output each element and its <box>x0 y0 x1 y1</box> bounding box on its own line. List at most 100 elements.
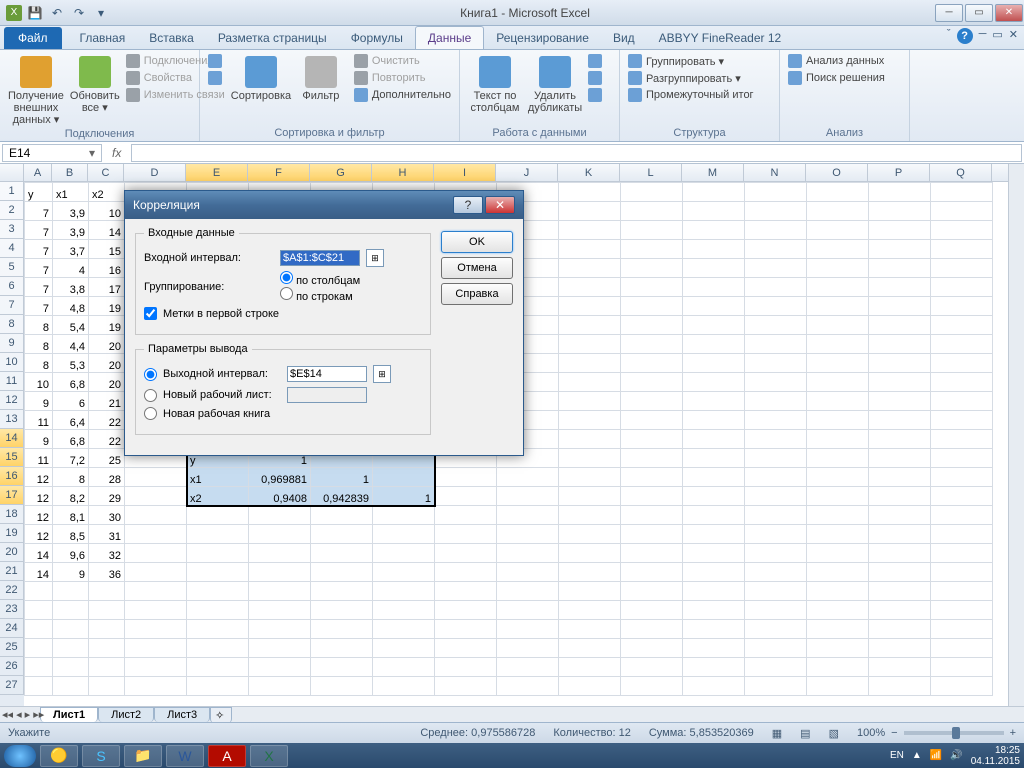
refresh-all-button[interactable]: Обновить все ▾ <box>70 52 120 126</box>
filter-button[interactable]: Фильтр <box>294 52 348 125</box>
col-header-C[interactable]: C <box>88 164 124 181</box>
tray-volume-icon[interactable]: 🔊 <box>950 750 962 761</box>
qat-save[interactable]: 💾 <box>26 6 44 20</box>
row-header-26[interactable]: 26 <box>0 657 24 676</box>
row-header-11[interactable]: 11 <box>0 372 24 391</box>
namebox-dropdown-icon[interactable]: ▾ <box>89 146 95 160</box>
row-header-7[interactable]: 7 <box>0 296 24 315</box>
row-header-6[interactable]: 6 <box>0 277 24 296</box>
row-header-21[interactable]: 21 <box>0 562 24 581</box>
zoom-slider[interactable] <box>904 731 1004 735</box>
tab-abbyy[interactable]: ABBYY FineReader 12 <box>647 27 794 49</box>
col-header-K[interactable]: K <box>558 164 620 181</box>
col-header-H[interactable]: H <box>372 164 434 181</box>
row-header-17[interactable]: 17 <box>0 486 24 505</box>
tray-network-icon[interactable]: 📶 <box>930 750 942 761</box>
dialog-close-button[interactable]: ✕ <box>485 196 515 214</box>
tab-file[interactable]: Файл <box>4 27 62 49</box>
output-range-ref-button[interactable]: ⊞ <box>373 365 391 383</box>
input-range-field[interactable] <box>280 250 360 266</box>
row-headers[interactable]: 1234567891011121314151617181920212223242… <box>0 182 24 706</box>
system-tray[interactable]: EN ▲ 📶 🔊 18:25 04.11.2015 <box>890 745 1020 767</box>
get-external-data-button[interactable]: Получение внешних данных ▾ <box>8 52 64 126</box>
col-header-N[interactable]: N <box>744 164 806 181</box>
sheet-tab-new[interactable]: ✧ <box>210 707 232 723</box>
whatif-button[interactable] <box>588 88 602 102</box>
tab-view[interactable]: Вид <box>601 27 647 49</box>
row-header-25[interactable]: 25 <box>0 638 24 657</box>
new-workbook-radio[interactable] <box>144 407 157 420</box>
select-all-corner[interactable] <box>0 164 24 182</box>
labels-first-row-checkbox[interactable] <box>144 307 157 320</box>
row-header-27[interactable]: 27 <box>0 676 24 695</box>
taskbar-skype[interactable]: S <box>82 745 120 767</box>
col-header-O[interactable]: O <box>806 164 868 181</box>
text-to-columns-button[interactable]: Текст по столбцам <box>468 52 522 125</box>
col-header-B[interactable]: B <box>52 164 88 181</box>
start-button[interactable] <box>4 745 36 767</box>
ungroup-button[interactable]: Разгруппировать ▾ <box>628 71 754 85</box>
output-range-field[interactable] <box>287 366 367 382</box>
group-by-columns-radio[interactable] <box>280 271 293 284</box>
taskbar-excel[interactable]: X <box>250 745 288 767</box>
tab-insert[interactable]: Вставка <box>137 27 206 49</box>
column-headers[interactable]: ABCDEFGHIJKLMNOPQ <box>24 164 1008 182</box>
consolidate-button[interactable] <box>588 71 602 85</box>
dialog-titlebar[interactable]: Корреляция ? ✕ <box>125 191 523 219</box>
sheet-tab-1[interactable]: Лист1 <box>40 707 98 722</box>
row-header-12[interactable]: 12 <box>0 391 24 410</box>
tab-home[interactable]: Главная <box>68 27 138 49</box>
qat-customize[interactable]: ▾ <box>92 6 110 20</box>
data-analysis-button[interactable]: Анализ данных <box>788 54 885 68</box>
reapply-button[interactable]: Повторить <box>354 71 451 85</box>
close-button[interactable]: ✕ <box>995 4 1023 22</box>
view-normal-icon[interactable]: ▦ <box>772 727 782 740</box>
data-validation-button[interactable] <box>588 54 602 68</box>
row-header-3[interactable]: 3 <box>0 220 24 239</box>
minimize-button[interactable]: ─ <box>935 4 963 22</box>
view-layout-icon[interactable]: ▤ <box>800 727 810 740</box>
sheet-tab-2[interactable]: Лист2 <box>98 707 154 722</box>
col-header-G[interactable]: G <box>310 164 372 181</box>
taskbar-chrome[interactable]: 🟡 <box>40 745 78 767</box>
row-header-22[interactable]: 22 <box>0 581 24 600</box>
zoom-out-icon[interactable]: − <box>891 727 897 739</box>
col-header-A[interactable]: A <box>24 164 52 181</box>
tab-page-layout[interactable]: Разметка страницы <box>206 27 339 49</box>
workbook-close[interactable]: ✕ <box>1009 28 1018 44</box>
group-button[interactable]: Группировать ▾ <box>628 54 754 68</box>
row-header-18[interactable]: 18 <box>0 505 24 524</box>
sheet-nav[interactable]: ◂◂ ◂ ▸ ▸▸ <box>2 708 44 721</box>
sort-az-button[interactable] <box>208 54 228 68</box>
col-header-F[interactable]: F <box>248 164 310 181</box>
taskbar-clock[interactable]: 18:25 04.11.2015 <box>971 745 1020 767</box>
group-by-rows-radio[interactable] <box>280 287 293 300</box>
workbook-minimize[interactable]: ─ <box>979 28 987 44</box>
taskbar-explorer[interactable]: 📁 <box>124 745 162 767</box>
row-header-2[interactable]: 2 <box>0 201 24 220</box>
clear-filter-button[interactable]: Очистить <box>354 54 451 68</box>
advanced-filter-button[interactable]: Дополнительно <box>354 88 451 102</box>
zoom-in-icon[interactable]: + <box>1010 727 1016 739</box>
row-header-8[interactable]: 8 <box>0 315 24 334</box>
output-range-radio[interactable] <box>144 368 157 381</box>
col-header-Q[interactable]: Q <box>930 164 992 181</box>
remove-duplicates-button[interactable]: Удалить дубликаты <box>528 52 582 125</box>
cancel-button[interactable]: Отмена <box>441 257 513 279</box>
taskbar-acrobat[interactable]: A <box>208 745 246 767</box>
row-header-20[interactable]: 20 <box>0 543 24 562</box>
zoom-control[interactable]: 100% − + <box>857 727 1016 739</box>
row-header-5[interactable]: 5 <box>0 258 24 277</box>
solver-button[interactable]: Поиск решения <box>788 71 885 85</box>
col-header-M[interactable]: M <box>682 164 744 181</box>
row-header-19[interactable]: 19 <box>0 524 24 543</box>
col-header-P[interactable]: P <box>868 164 930 181</box>
row-header-14[interactable]: 14 <box>0 429 24 448</box>
new-worksheet-radio[interactable] <box>144 389 157 402</box>
row-header-24[interactable]: 24 <box>0 619 24 638</box>
qat-redo[interactable]: ↷ <box>70 6 88 20</box>
col-header-L[interactable]: L <box>620 164 682 181</box>
row-header-9[interactable]: 9 <box>0 334 24 353</box>
row-header-16[interactable]: 16 <box>0 467 24 486</box>
row-header-15[interactable]: 15 <box>0 448 24 467</box>
